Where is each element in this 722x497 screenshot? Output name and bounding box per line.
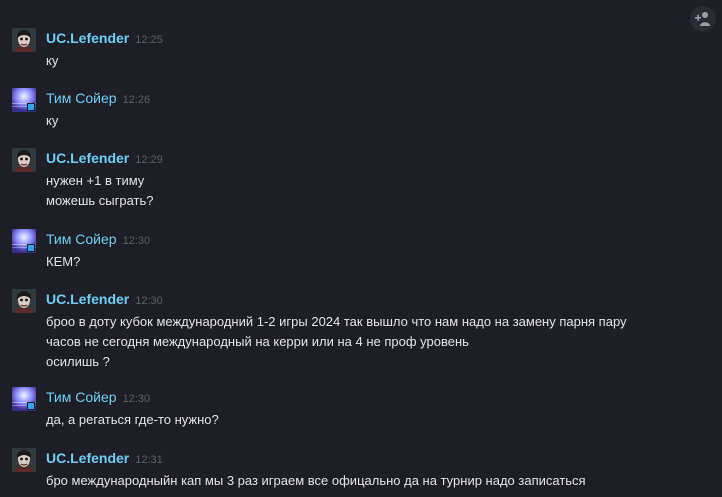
message-line: бро международныйн кап мы 3 раз играем в… xyxy=(46,473,586,488)
message-header: UC.Lefender 12:30 xyxy=(46,291,163,309)
avatar[interactable] xyxy=(12,387,36,411)
message-header: UC.Lefender 12:29 xyxy=(46,150,163,168)
message-body: нужен +1 в тиму можешь сыграть? xyxy=(46,171,153,211)
message-line: нужен +1 в тиму xyxy=(46,173,145,188)
timestamp: 12:30 xyxy=(135,295,163,307)
avatar[interactable] xyxy=(12,229,36,253)
sender-name[interactable]: UC.Lefender xyxy=(46,150,129,166)
message-group: Тим Сойер 12:30 да, а регаться где-то нуж… xyxy=(12,387,682,431)
message-header: Тим Сойер 12:30 xyxy=(46,231,150,249)
message-body: КЕМ? xyxy=(46,252,80,272)
message-header: UC.Lefender 12:25 xyxy=(46,30,163,48)
avatar[interactable] xyxy=(12,448,36,472)
avatar-image xyxy=(12,289,36,313)
avatar-image xyxy=(12,387,36,411)
sender-name[interactable]: Тим Сойер xyxy=(46,389,117,405)
message-header: UC.Lefender 12:31 xyxy=(46,450,163,468)
avatar-image xyxy=(12,448,36,472)
message-body: да, а регаться где-то нужно? xyxy=(46,410,219,430)
message-line: КЕМ? xyxy=(46,254,81,269)
timestamp: 12:25 xyxy=(135,34,163,46)
avatar[interactable] xyxy=(12,28,36,52)
sender-name[interactable]: UC.Lefender xyxy=(46,291,129,307)
message-header: Тим Сойер 12:30 xyxy=(46,389,150,407)
message-body: броо в доту кубок международний 1-2 игры… xyxy=(46,312,627,372)
message-group: UC.Lefender 12:25 ку xyxy=(12,28,682,72)
add-friend-icon xyxy=(695,12,710,26)
message-line: можешь сыграть? xyxy=(46,193,154,208)
avatar-image xyxy=(12,88,36,112)
sender-name[interactable]: UC.Lefender xyxy=(46,450,129,466)
message-group: UC.Lefender 12:30 броо в доту кубок между… xyxy=(12,289,682,373)
avatar-image xyxy=(12,229,36,253)
avatar-image xyxy=(12,148,36,172)
avatar[interactable] xyxy=(12,88,36,112)
add-friend-button[interactable] xyxy=(690,6,716,32)
message-group: UC.Lefender 12:31 бро международныйн кап … xyxy=(12,448,682,492)
timestamp: 12:31 xyxy=(135,454,163,466)
message-line: ку xyxy=(46,113,59,128)
timestamp: 12:30 xyxy=(122,235,151,247)
message-body: ку xyxy=(46,111,58,131)
message-body: бро международныйн кап мы 3 раз играем в… xyxy=(46,471,586,491)
chat-log: UC.Lefender 12:25 ку Тим Сойер 12:26 ку … xyxy=(0,0,722,497)
message-line: да, а регаться где-то нужно? xyxy=(46,412,219,427)
message-header: Тим Сойер 12:26 xyxy=(46,90,150,108)
message-group: Тим Сойер 12:26 ку xyxy=(12,88,682,132)
timestamp: 12:30 xyxy=(122,393,151,405)
sender-name[interactable]: UC.Lefender xyxy=(46,30,129,46)
avatar[interactable] xyxy=(12,289,36,313)
message-group: Тим Сойер 12:30 КЕМ? xyxy=(12,229,682,273)
message-line: ку xyxy=(46,53,59,68)
avatar[interactable] xyxy=(12,148,36,172)
message-line: броо в доту кубок международний 1-2 игры… xyxy=(46,314,627,329)
message-group: UC.Lefender 12:29 нужен +1 в тиму можешь … xyxy=(12,148,682,212)
sender-name[interactable]: Тим Сойер xyxy=(46,231,117,247)
timestamp: 12:26 xyxy=(122,94,151,106)
sender-name[interactable]: Тим Сойер xyxy=(46,90,117,106)
message-body: ку xyxy=(46,51,58,71)
message-line: осилишь ? xyxy=(46,354,110,369)
avatar-image xyxy=(12,28,36,52)
timestamp: 12:29 xyxy=(135,154,163,166)
message-line: часов не сегодня международный на керри … xyxy=(46,334,469,349)
